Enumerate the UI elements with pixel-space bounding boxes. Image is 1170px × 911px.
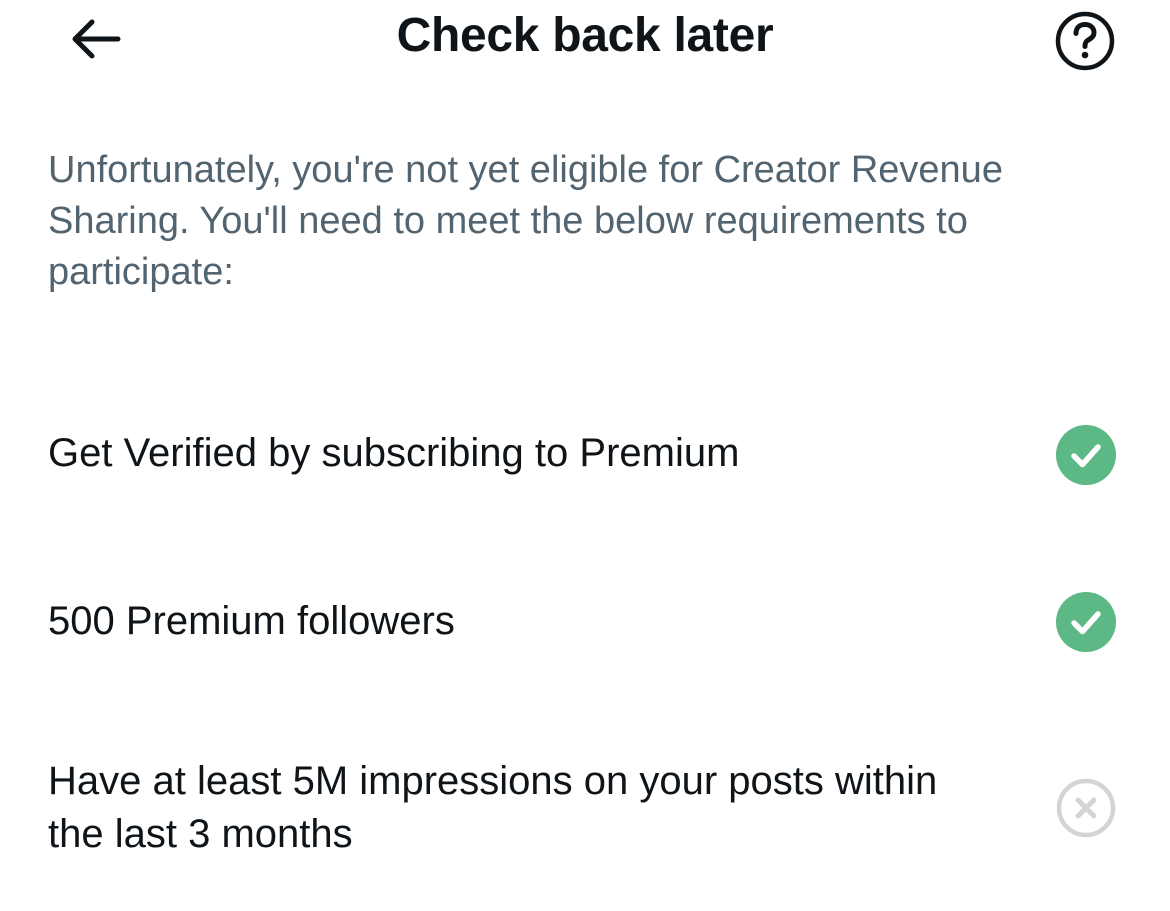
check-circle-icon [1056,592,1116,652]
check-circle-icon [1056,425,1116,485]
requirement-impressions: Have at least 5M impressions on your pos… [48,752,1128,862]
eligibility-message: Unfortunately, you're not yet eligible f… [48,149,1003,293]
x-circle-icon [1056,778,1116,838]
requirement-premium-followers: 500 Premium followers [48,592,1128,652]
requirement-verified: Get Verified by subscribing to Premium [48,425,1128,485]
requirement-label: 500 Premium followers [48,599,455,643]
help-button[interactable] [1054,10,1116,72]
requirement-label: Get Verified by subscribing to Premium [48,431,740,475]
requirement-label: Have at least 5M impressions on your pos… [48,759,938,856]
page-title: Check back later [396,9,774,62]
question-circle-icon [1055,11,1115,71]
top-bar: Check back later [0,0,1170,80]
